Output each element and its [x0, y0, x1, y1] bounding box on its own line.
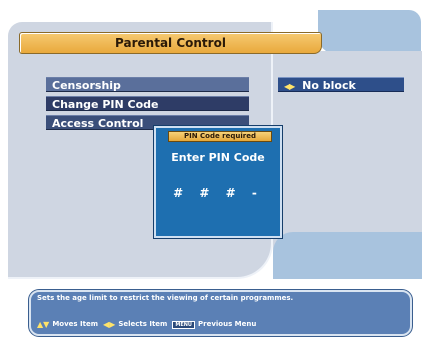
legend-previous-menu: Previous Menu	[197, 320, 257, 328]
menu-item-censorship[interactable]: Censorship	[46, 77, 249, 92]
key-legend: ▲▼ Moves Item ◀▶ Selects Item MENU Previ…	[37, 320, 397, 329]
menu-key-icon: MENU	[172, 320, 195, 329]
pin-dialog	[154, 126, 282, 238]
censorship-value-label: No block	[302, 79, 356, 92]
left-right-arrows-icon: ◀▶	[103, 320, 116, 329]
censorship-value-selector[interactable]: ◀▶ No block	[278, 77, 404, 92]
screen: Parental Control Censorship Change PIN C…	[0, 0, 433, 344]
top-decor-band	[318, 10, 421, 54]
pin-prompt: Enter PIN Code	[171, 151, 265, 164]
panel-corner-decor	[273, 232, 422, 279]
help-description: Sets the age limit to restrict the viewi…	[37, 294, 294, 302]
legend-selects-item: Selects Item	[118, 320, 168, 328]
panel-strip	[320, 51, 422, 57]
menu-item-change-pin[interactable]: Change PIN Code	[46, 96, 249, 111]
left-right-arrows-icon: ◀▶	[284, 82, 295, 91]
pin-dialog-title: PIN Code required	[168, 131, 272, 142]
page-title: Parental Control	[19, 32, 322, 54]
up-down-arrows-icon: ▲▼	[37, 320, 50, 329]
pin-entry-field[interactable]: # # # -	[156, 186, 280, 200]
legend-moves-item: Moves Item	[52, 320, 98, 328]
